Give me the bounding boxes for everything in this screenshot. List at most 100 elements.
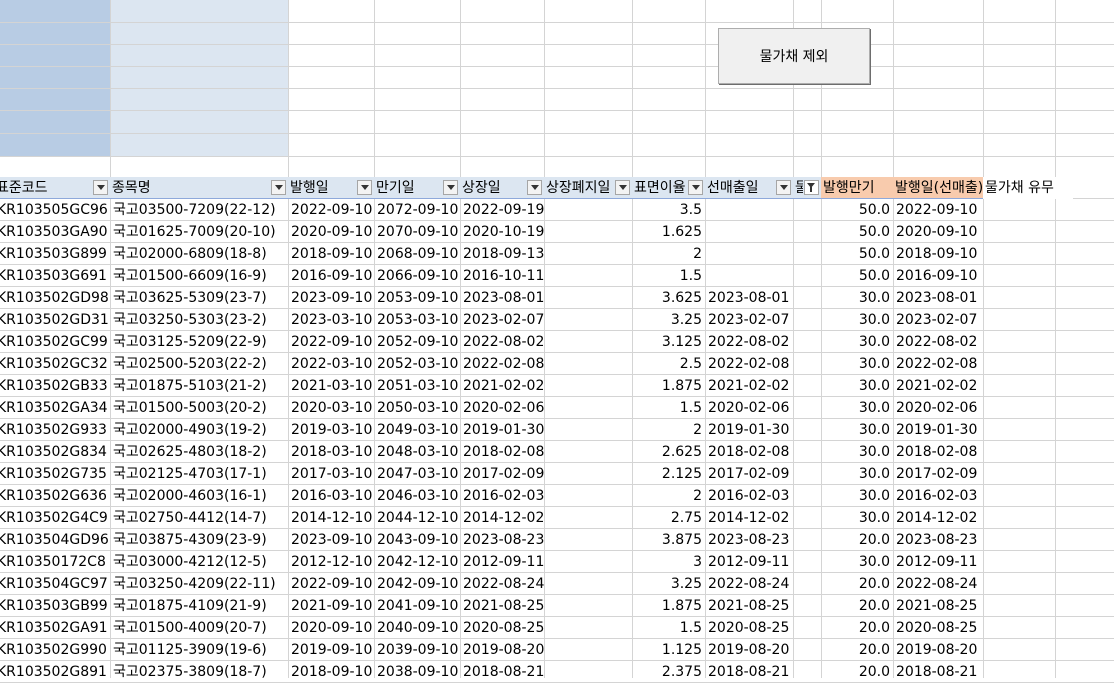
table-cell[interactable]: 2020-02-06 — [460, 397, 544, 419]
table-cell[interactable]: 3.625 — [632, 287, 705, 309]
table-cell[interactable] — [544, 529, 632, 551]
table-cell[interactable] — [544, 331, 632, 353]
table-cell[interactable]: 2022-08-02 — [893, 331, 983, 353]
table-cell[interactable]: 2023-09-10 — [288, 287, 374, 309]
table-cell[interactable]: 2.5 — [632, 353, 705, 375]
table-cell[interactable]: KR103502GD98 — [0, 287, 110, 309]
table-cell[interactable]: 2016-03-10 — [288, 485, 374, 507]
exclude-inflation-bonds-button[interactable]: 물가채 제외 — [718, 28, 870, 84]
table-cell[interactable] — [983, 595, 1073, 617]
table-cell[interactable]: 2012-12-10 — [288, 551, 374, 573]
table-cell[interactable]: 국고02625-4803(18-2) — [110, 441, 288, 463]
table-cell[interactable] — [793, 287, 821, 309]
table-cell[interactable]: KR103502G933 — [0, 419, 110, 441]
table-cell[interactable] — [983, 221, 1073, 243]
table-cell[interactable] — [544, 309, 632, 331]
table-cell[interactable]: 2022-09-10 — [288, 573, 374, 595]
table-cell[interactable] — [544, 243, 632, 265]
table-cell[interactable]: KR103502G636 — [0, 485, 110, 507]
table-cell[interactable]: 1.875 — [632, 375, 705, 397]
table-cell[interactable]: KR103502G4C9 — [0, 507, 110, 529]
table-cell[interactable] — [705, 243, 793, 265]
table-cell[interactable] — [793, 617, 821, 639]
table-cell[interactable] — [793, 595, 821, 617]
table-cell[interactable]: 2039-09-10 — [374, 639, 460, 661]
table-cell[interactable] — [983, 309, 1073, 331]
table-cell[interactable] — [544, 485, 632, 507]
table-cell[interactable]: 50.0 — [821, 199, 893, 221]
table-cell[interactable]: 1.5 — [632, 265, 705, 287]
table-cell[interactable] — [705, 221, 793, 243]
table-cell[interactable]: 30.0 — [821, 441, 893, 463]
table-cell[interactable] — [793, 309, 821, 331]
table-cell[interactable]: 2047-03-10 — [374, 463, 460, 485]
table-cell[interactable]: 2016-02-03 — [460, 485, 544, 507]
table-cell[interactable] — [793, 661, 821, 683]
table-cell[interactable]: 2018-03-10 — [288, 441, 374, 463]
table-cell[interactable]: 2046-03-10 — [374, 485, 460, 507]
table-cell[interactable]: 2042-09-10 — [374, 573, 460, 595]
table-cell[interactable] — [983, 419, 1073, 441]
table-cell[interactable] — [793, 419, 821, 441]
table-cell[interactable]: 국고03500-7209(22-12) — [110, 199, 288, 221]
table-cell[interactable] — [793, 485, 821, 507]
table-cell[interactable]: 국고01500-5003(20-2) — [110, 397, 288, 419]
table-cell[interactable]: 2053-03-10 — [374, 309, 460, 331]
table-cell[interactable] — [983, 265, 1073, 287]
table-cell[interactable] — [793, 441, 821, 463]
table-cell[interactable] — [983, 375, 1073, 397]
table-cell[interactable]: 2022-03-10 — [288, 353, 374, 375]
table-cell[interactable]: 2019-08-20 — [893, 639, 983, 661]
table-cell[interactable]: 20.0 — [821, 617, 893, 639]
table-cell[interactable] — [793, 375, 821, 397]
table-cell[interactable]: 2023-02-07 — [893, 309, 983, 331]
table-cell[interactable] — [793, 573, 821, 595]
table-cell[interactable]: 2019-01-30 — [460, 419, 544, 441]
table-cell[interactable]: 1.875 — [632, 595, 705, 617]
table-cell[interactable]: 국고02000-6809(18-8) — [110, 243, 288, 265]
table-cell[interactable] — [983, 617, 1073, 639]
table-cell[interactable]: 3.875 — [632, 529, 705, 551]
table-cell[interactable]: 2016-02-03 — [705, 485, 793, 507]
table-cell[interactable]: 국고03250-4209(22-11) — [110, 573, 288, 595]
table-cell[interactable] — [983, 529, 1073, 551]
table-cell[interactable] — [793, 265, 821, 287]
table-cell[interactable]: 2022-08-02 — [705, 331, 793, 353]
table-cell[interactable] — [983, 199, 1073, 221]
filter-active-button[interactable] — [804, 180, 819, 195]
table-cell[interactable]: 1.125 — [632, 639, 705, 661]
filter-dropdown-button[interactable] — [615, 180, 630, 195]
table-cell[interactable]: 2022-08-24 — [705, 573, 793, 595]
table-cell[interactable]: KR103502G990 — [0, 639, 110, 661]
table-cell[interactable]: KR103502G891 — [0, 661, 110, 683]
table-cell[interactable]: KR10350172C8 — [0, 551, 110, 573]
table-cell[interactable]: 2020-08-25 — [460, 617, 544, 639]
table-cell[interactable]: 2017-03-10 — [288, 463, 374, 485]
table-cell[interactable]: 국고03625-5309(23-7) — [110, 287, 288, 309]
table-cell[interactable]: 2012-09-11 — [460, 551, 544, 573]
table-cell[interactable]: 30.0 — [821, 375, 893, 397]
table-cell[interactable] — [983, 353, 1073, 375]
table-cell[interactable]: 30.0 — [821, 397, 893, 419]
table-cell[interactable]: 2017-02-09 — [460, 463, 544, 485]
table-cell[interactable]: 50.0 — [821, 265, 893, 287]
table-cell[interactable]: 2018-09-10 — [893, 243, 983, 265]
table-cell[interactable]: 2023-08-23 — [705, 529, 793, 551]
table-cell[interactable]: 2021-02-02 — [705, 375, 793, 397]
table-cell[interactable] — [793, 529, 821, 551]
table-cell[interactable]: 3.25 — [632, 309, 705, 331]
table-cell[interactable]: 2020-03-10 — [288, 397, 374, 419]
table-cell[interactable]: 국고02000-4903(19-2) — [110, 419, 288, 441]
table-cell[interactable]: 2020-10-19 — [460, 221, 544, 243]
table-cell[interactable]: 2012-09-11 — [893, 551, 983, 573]
table-cell[interactable]: 2 — [632, 485, 705, 507]
table-cell[interactable]: 국고02750-4412(14-7) — [110, 507, 288, 529]
table-cell[interactable]: KR103502GC99 — [0, 331, 110, 353]
table-cell[interactable]: 국고01125-3909(19-6) — [110, 639, 288, 661]
table-cell[interactable]: 2020-09-10 — [288, 617, 374, 639]
table-cell[interactable] — [983, 507, 1073, 529]
table-cell[interactable]: 2016-02-03 — [893, 485, 983, 507]
table-cell[interactable]: 2023-02-07 — [705, 309, 793, 331]
table-cell[interactable] — [544, 573, 632, 595]
table-cell[interactable]: 30.0 — [821, 485, 893, 507]
